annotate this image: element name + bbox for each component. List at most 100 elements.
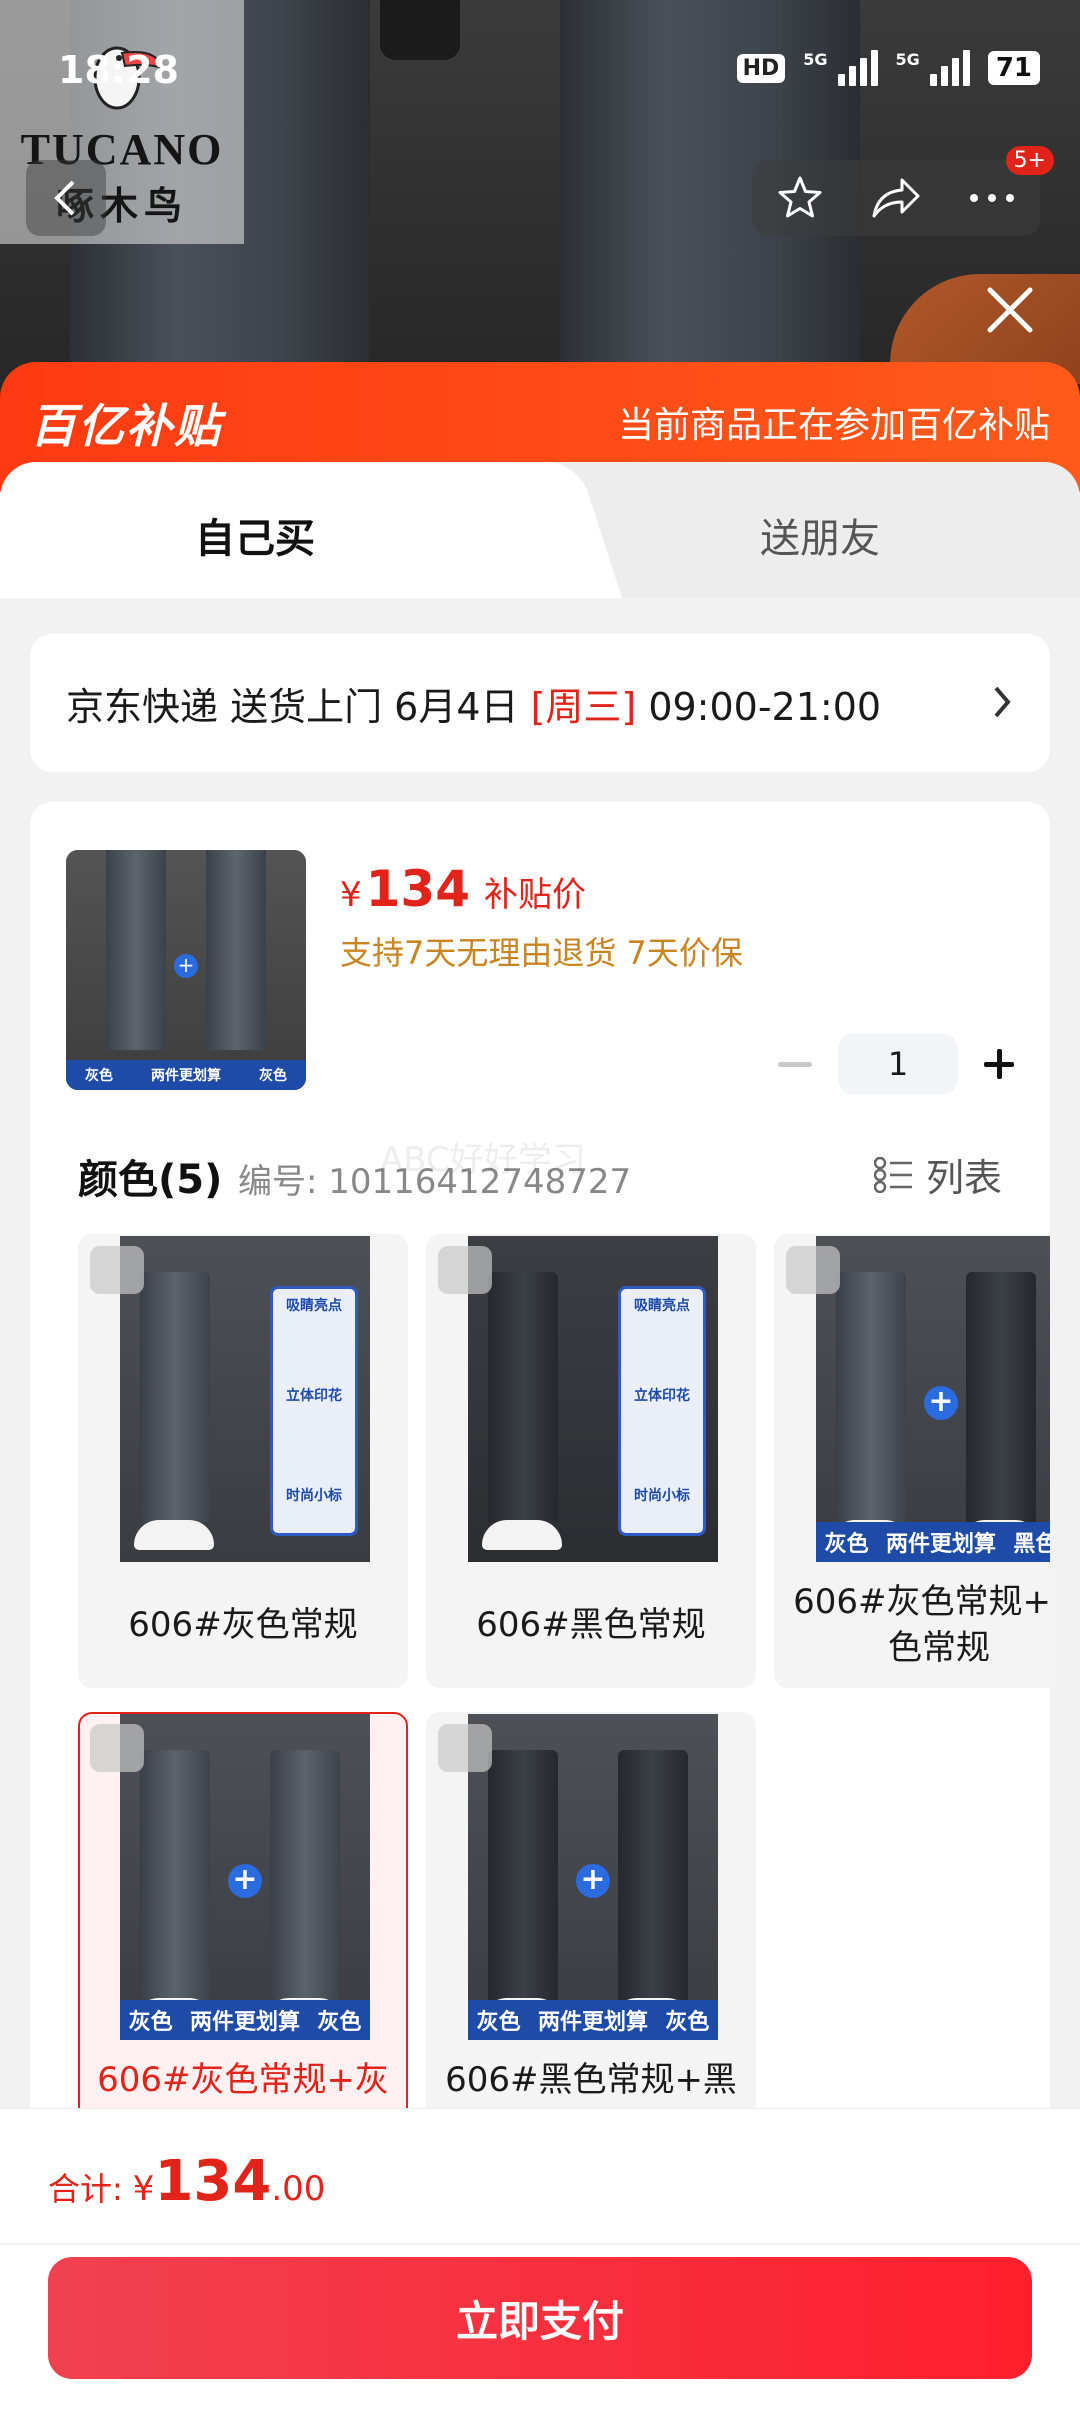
promo-text: 当前商品正在参加百亿补贴 — [617, 405, 1050, 446]
option-image: 吸睛亮点 立体印花 时尚小标 — [468, 1236, 718, 1562]
topbar-actions: 5+ — [752, 146, 1054, 236]
color-options-grid: 吸睛亮点 立体印花 时尚小标 606#灰色常规 吸睛亮点 立体印花 时尚小标 6… — [78, 1234, 1050, 2182]
increase-button[interactable] — [984, 1049, 1014, 1079]
zoom-icon[interactable] — [90, 1724, 144, 1772]
feature-print: 立体印花 — [634, 1388, 690, 1404]
product-hero-image: TUCANO 啄木鸟 18:28 HD 5G 5G 71 5+ — [0, 0, 1080, 400]
banner-right: 灰色 — [665, 2010, 710, 2035]
option-label: 606#黑色常规 — [476, 1605, 706, 1646]
color-option[interactable]: 吸睛亮点 立体印花 时尚小标 606#灰色常规 — [78, 1234, 408, 1688]
network-label-2: 5G — [895, 50, 920, 69]
price-tag: 补贴价 — [484, 875, 587, 915]
share-button[interactable] — [848, 160, 944, 236]
banner-mid: 两件更划算 — [189, 2010, 300, 2035]
favorite-button[interactable] — [752, 160, 848, 236]
product-card: 灰色 两件更划算 灰色 + ¥ 134 补贴价 支持7天无理由退货 7天价保 1… — [30, 802, 1050, 2182]
option-image: 吸睛亮点 立体印花 时尚小标 — [120, 1236, 370, 1562]
zoom-icon[interactable] — [786, 1246, 840, 1294]
banner-mid: 两件更划算 — [885, 1532, 996, 1557]
delivery-weekday: [周三] — [530, 685, 637, 729]
status-icons: HD 5G 5G 71 — [736, 50, 1040, 86]
thumb-tag-left: 灰色 — [85, 1068, 113, 1084]
option-image: + 灰色 两件更划算 灰色 — [468, 1714, 718, 2040]
decrease-button[interactable] — [778, 1061, 812, 1067]
tab-self-label[interactable]: 自己买 — [195, 506, 315, 564]
wrist-watch — [380, 0, 460, 60]
jeans-image — [488, 1750, 558, 2000]
zoom-icon[interactable] — [90, 1246, 144, 1294]
option-image: + 灰色 两件更划算 灰色 — [120, 1714, 370, 2040]
list-label: 列表 — [925, 1156, 1002, 1200]
feature-panel: 吸睛亮点 立体印花 时尚小标 — [618, 1286, 706, 1536]
zoom-icon[interactable] — [438, 1246, 492, 1294]
total-currency: ¥ — [132, 2169, 155, 2209]
price-row: ¥ 134 补贴价 — [340, 860, 586, 918]
product-thumbnail[interactable]: 灰色 两件更划算 灰色 + — [66, 850, 306, 1090]
network-label-1: 5G — [803, 50, 828, 69]
banner-left: 灰色 — [824, 1532, 869, 1557]
thumb-tag-right: 灰色 — [259, 1068, 287, 1084]
total-integer: 134 — [154, 2149, 272, 2214]
purchase-tabs: 自己买 送朋友 — [0, 462, 1080, 598]
watermark: ABC好好学习 — [380, 1140, 586, 1180]
tab-gift-label[interactable]: 送朋友 — [760, 506, 880, 564]
shoe-image — [134, 1520, 214, 1550]
banner-left: 灰色 — [128, 2010, 173, 2035]
option-label: 606#灰色常规 — [128, 1605, 358, 1646]
quantity-value[interactable]: 1 — [838, 1034, 958, 1094]
banner-left: 灰色 — [476, 2010, 521, 2035]
signal-icon — [837, 50, 878, 86]
plus-circle-icon: + — [576, 1864, 610, 1898]
option-banner: 灰色 两件更划算 黑色 — [816, 1522, 1050, 1562]
more-dots-icon — [970, 194, 1014, 202]
delivery-row[interactable]: 京东快递 送货上门 6月4日 [周三] 09:00-21:00 — [30, 634, 1050, 772]
delivery-text: 京东快递 送货上门 6月4日 [周三] 09:00-21:00 — [66, 676, 881, 731]
color-option[interactable]: + 灰色 两件更划算 灰色 606#黑色常规+黑 — [426, 1712, 756, 2166]
jeans-image — [966, 1272, 1036, 1522]
purchase-sheet: 百亿补贴 当前商品正在参加百亿补贴 自己买 送朋友 京东快递 送货上门 6月4日… — [0, 362, 1080, 2412]
option-image: + 灰色 两件更划算 黑色 — [816, 1236, 1050, 1562]
divider — [0, 2243, 1080, 2245]
banner-mid: 两件更划算 — [537, 2010, 648, 2035]
close-icon[interactable] — [980, 280, 1040, 340]
list-view-button[interactable]: 列表 — [873, 1147, 1002, 1202]
promo-logo: 百亿补贴 — [30, 399, 222, 453]
total-decimal: .00 — [271, 2169, 326, 2209]
feature-title: 吸睛亮点 — [286, 1298, 342, 1314]
color-option-selected[interactable]: + 灰色 两件更划算 灰色 606#灰色常规+灰 — [78, 1712, 408, 2166]
jeans-image — [140, 1272, 210, 1522]
more-button[interactable]: 5+ — [944, 146, 1054, 236]
color-option[interactable]: 吸睛亮点 立体印花 时尚小标 606#黑色常规 — [426, 1234, 756, 1688]
shoe-image — [482, 1520, 562, 1550]
feature-tag: 时尚小标 — [286, 1488, 342, 1504]
checkout-bar: 合计: ¥ 134 .00 立即支付 — [0, 2108, 1080, 2412]
banner-right: 黑色 — [1013, 1532, 1050, 1557]
plus-circle-icon: + — [174, 954, 198, 978]
jeans-image — [618, 1750, 688, 2000]
zoom-icon[interactable] — [438, 1724, 492, 1772]
quantity-stepper: 1 — [778, 1034, 1014, 1094]
chevron-right-icon — [994, 686, 1011, 718]
total-label: 合计: — [48, 2170, 123, 2208]
jeans-image — [140, 1750, 210, 2000]
thumb-tag-mid: 两件更划算 — [151, 1068, 221, 1084]
price-currency: ¥ — [340, 875, 362, 915]
delivery-info: 京东快递 送货上门 6月4日 — [66, 685, 531, 729]
jeans-image — [836, 1272, 906, 1522]
back-button[interactable] — [26, 160, 106, 236]
share-icon — [872, 178, 920, 218]
back-arrow-icon — [54, 180, 75, 216]
banner-right: 灰色 — [317, 2010, 362, 2035]
color-option[interactable]: + 灰色 两件更划算 黑色 606#灰色常规+黑色常规 — [774, 1234, 1050, 1688]
pay-now-button[interactable]: 立即支付 — [48, 2257, 1032, 2379]
star-icon — [778, 176, 822, 218]
service-perks: 支持7天无理由退货 7天价保 — [340, 934, 743, 972]
feature-print: 立体印花 — [286, 1388, 342, 1404]
list-icon — [873, 1156, 912, 1193]
message-badge: 5+ — [1005, 146, 1054, 175]
option-label: 606#灰色常规+黑色常规 — [793, 1582, 1050, 1668]
price-value: 134 — [365, 860, 471, 918]
plus-circle-icon: + — [228, 1864, 262, 1898]
signal-icon-2 — [929, 50, 970, 86]
plus-circle-icon: + — [924, 1386, 958, 1420]
